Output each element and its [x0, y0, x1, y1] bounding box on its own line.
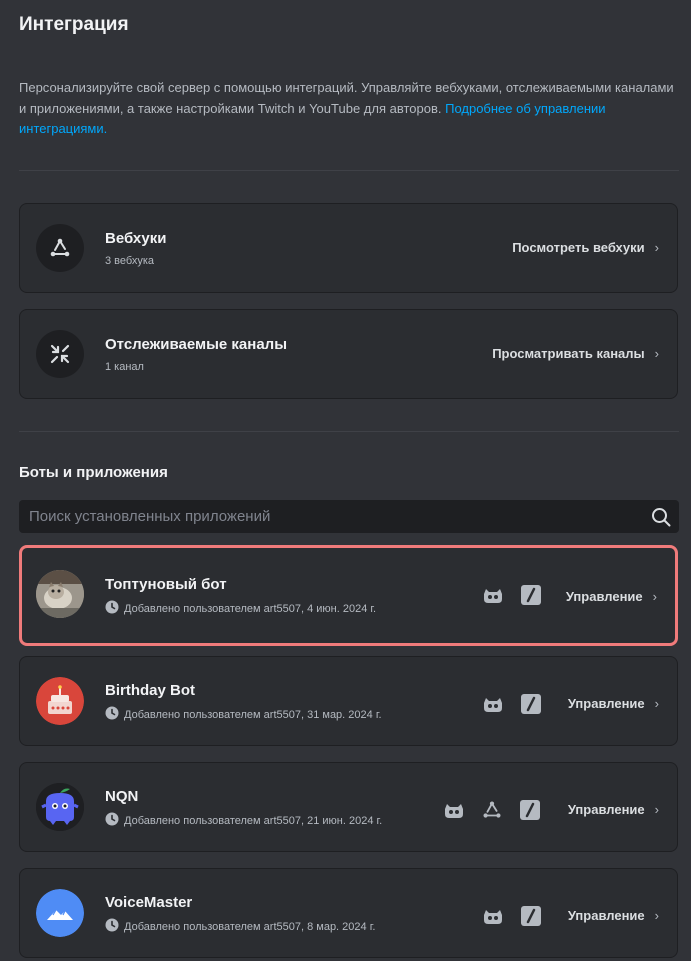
followed-channels-count: 1 канал: [105, 361, 144, 373]
manage-button[interactable]: Управление ›: [566, 589, 657, 604]
bot-icon: [482, 693, 504, 715]
search-input[interactable]: [19, 500, 639, 533]
view-channels-label: Просматривать каналы: [492, 346, 645, 361]
clock-icon: [105, 600, 119, 617]
app-added-info: Добавлено пользователем art5507, 8 мар. …: [105, 918, 375, 935]
clock-icon: [105, 706, 119, 723]
manage-button[interactable]: Управление ›: [568, 802, 659, 817]
chevron-right-icon: ›: [652, 589, 657, 604]
chevron-right-icon: ›: [654, 240, 659, 255]
app-added-text: Добавлено пользователем art5507, 21 июн.…: [124, 814, 383, 827]
app-avatar-voicemaster: [36, 889, 84, 937]
app-added-text: Добавлено пользователем art5507, 31 мар.…: [124, 708, 382, 721]
clock-icon: [105, 918, 119, 935]
manage-label: Управление: [567, 696, 645, 711]
app-avatar-cat: [36, 570, 84, 618]
chevron-right-icon: ›: [654, 802, 659, 817]
app-name: VoiceMaster: [105, 894, 193, 911]
app-name: Birthday Bot: [105, 682, 195, 699]
app-card-toptunoviy-bot[interactable]: Топтуновый бот Добавлено пользователем a…: [19, 545, 678, 646]
app-added-info: Добавлено пользователем art5507, 21 июн.…: [105, 812, 382, 829]
webhooks-card[interactable]: Вебхуки 3 вебхука Посмотреть вебхуки ›: [19, 203, 678, 293]
view-webhooks-button[interactable]: Посмотреть вебхуки ›: [512, 240, 659, 255]
app-permissions: [482, 693, 542, 715]
bot-icon: [443, 799, 465, 821]
search-icon[interactable]: [651, 507, 671, 532]
followed-channels-title: Отслеживаемые каналы: [105, 336, 288, 353]
webhook-icon: [36, 224, 84, 272]
app-name: Топтуновый бот: [105, 576, 227, 593]
slash-command-icon: [520, 693, 542, 715]
page-title: Интеграция: [19, 14, 129, 35]
bots-section-title: Боты и приложения: [19, 464, 168, 481]
chevron-right-icon: ›: [654, 908, 659, 923]
app-name: NQN: [105, 788, 139, 805]
manage-button[interactable]: Управление ›: [568, 908, 659, 923]
chevron-right-icon: ›: [654, 696, 659, 711]
app-permissions: [482, 905, 542, 927]
slash-command-icon: [520, 584, 542, 606]
webhooks-title: Вебхуки: [105, 230, 167, 247]
bot-icon: [482, 905, 504, 927]
slash-command-icon: [520, 905, 542, 927]
app-card-voicemaster[interactable]: VoiceMaster Добавлено пользователем art5…: [19, 868, 678, 958]
app-added-text: Добавлено пользователем art5507, 4 июн. …: [124, 602, 377, 615]
app-added-text: Добавлено пользователем art5507, 8 мар. …: [124, 920, 376, 933]
app-added-info: Добавлено пользователем art5507, 4 июн. …: [105, 600, 376, 617]
app-permissions: [482, 584, 542, 606]
manage-label: Управление: [567, 802, 645, 817]
webhooks-count: 3 вебхука: [105, 255, 154, 267]
integrations-page: Интеграция Персонализируйте свой сервер …: [0, 0, 691, 961]
slash-command-icon: [519, 799, 541, 821]
channel-follow-icon: [36, 330, 84, 378]
divider: [19, 170, 679, 171]
manage-button[interactable]: Управление ›: [568, 696, 659, 711]
clock-icon: [105, 812, 119, 829]
app-card-birthday-bot[interactable]: Birthday Bot Добавлено пользователем art…: [19, 656, 678, 746]
view-webhooks-label: Посмотреть вебхуки: [512, 240, 645, 255]
app-avatar-nqn: [36, 783, 84, 831]
divider: [19, 431, 679, 432]
bot-icon: [482, 584, 504, 606]
view-channels-button[interactable]: Просматривать каналы ›: [492, 346, 659, 361]
manage-label: Управление: [567, 908, 645, 923]
followed-channels-card[interactable]: Отслеживаемые каналы 1 канал Просматрива…: [19, 309, 678, 399]
manage-label: Управление: [565, 589, 643, 604]
search-box: [19, 500, 679, 533]
page-description: Персонализируйте свой сервер с помощью и…: [19, 78, 679, 140]
app-added-info: Добавлено пользователем art5507, 31 мар.…: [105, 706, 382, 723]
chevron-right-icon: ›: [654, 346, 659, 361]
app-card-nqn[interactable]: NQN Добавлено пользователем art5507, 21 …: [19, 762, 678, 852]
app-permissions: [443, 799, 541, 821]
app-avatar-cake: [36, 677, 84, 725]
webhook-icon: [481, 799, 503, 821]
